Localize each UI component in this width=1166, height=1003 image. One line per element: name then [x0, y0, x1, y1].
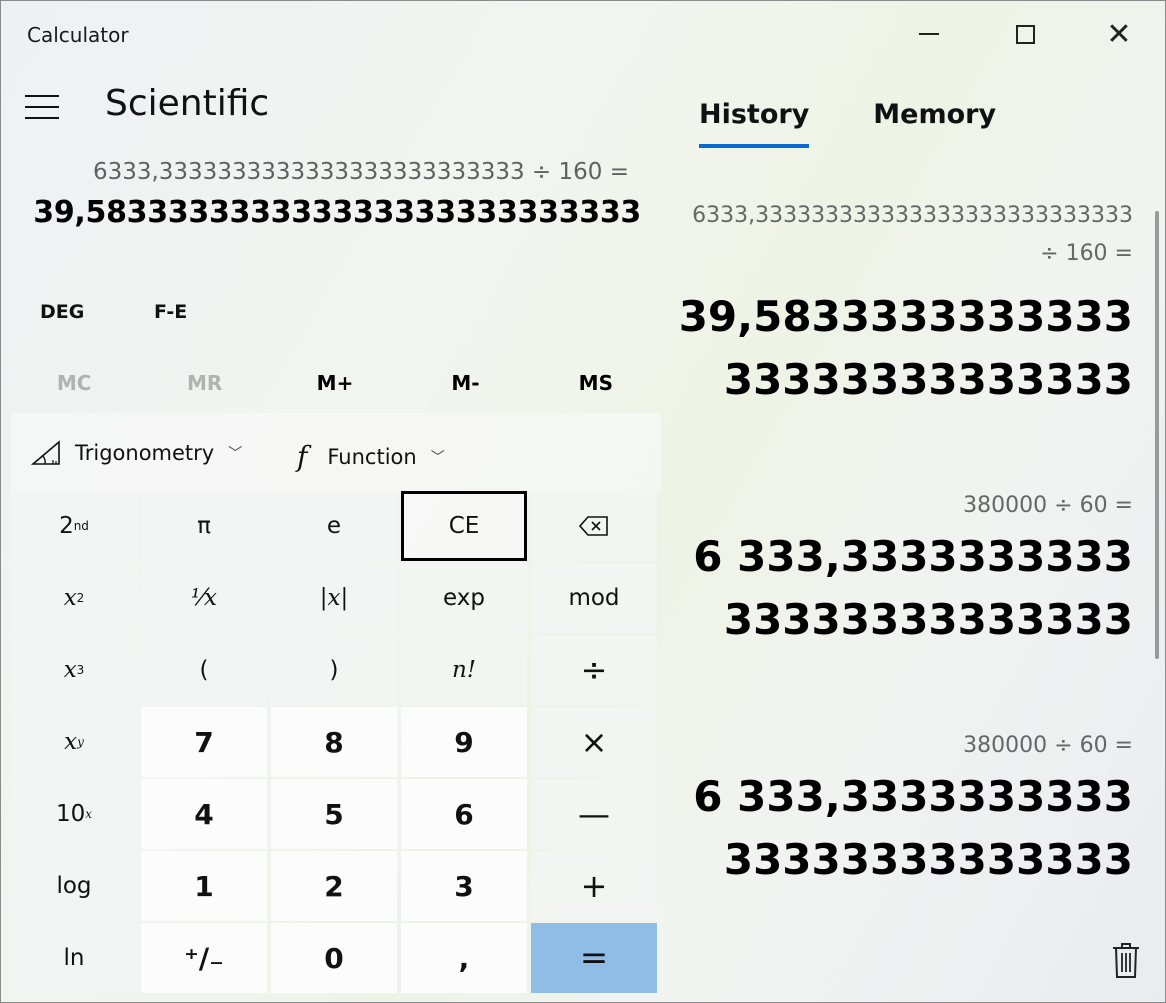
mode-title: Scientific: [105, 83, 270, 124]
expression-display: 6333,3333333333333333333333333 ÷ 160 =: [92, 159, 629, 185]
memory-add-button[interactable]: M+: [270, 365, 400, 401]
function-label: Function: [327, 444, 417, 469]
clear-entry-button[interactable]: CE: [401, 491, 527, 561]
history-scrollbar[interactable]: [1155, 211, 1159, 659]
history-item[interactable]: 380000 ÷ 60 = 6 333,33333333333333333333…: [671, 727, 1133, 891]
trash-icon: [1113, 943, 1139, 978]
euler-button[interactable]: e: [271, 491, 397, 561]
backspace-button[interactable]: [531, 491, 657, 561]
trigonometry-dropdown[interactable]: Trigonometry ﹀: [31, 440, 242, 466]
two-button[interactable]: 2: [271, 851, 397, 921]
five-button[interactable]: 5: [271, 779, 397, 849]
minimize-icon: [919, 33, 939, 35]
zero-button[interactable]: 0: [271, 923, 397, 993]
ten-power-button[interactable]: 10 x: [11, 779, 137, 849]
memory-clear-button[interactable]: MC: [9, 365, 139, 401]
close-icon: ✕: [1106, 16, 1132, 52]
triangle-ruler-icon: [31, 440, 60, 465]
close-button[interactable]: ✕: [1089, 11, 1149, 57]
reciprocal-button[interactable]: ⅟x: [141, 563, 267, 633]
close-paren-button[interactable]: ): [271, 635, 397, 705]
power-button[interactable]: xy: [11, 707, 137, 777]
chevron-down-icon: ﹀: [228, 446, 243, 462]
backspace-icon: [579, 516, 608, 536]
three-button[interactable]: 3: [401, 851, 527, 921]
exp-button[interactable]: exp: [401, 563, 527, 633]
history-item[interactable]: 6333,333333333333333333333333333 ÷ 160 =…: [671, 197, 1133, 411]
maximize-button[interactable]: [995, 11, 1055, 57]
ln-button[interactable]: ln: [11, 923, 137, 993]
mod-button[interactable]: mod: [531, 563, 657, 633]
hamburger-icon: [25, 95, 59, 97]
seven-button[interactable]: 7: [141, 707, 267, 777]
cube-button[interactable]: x3: [11, 635, 137, 705]
negate-button[interactable]: ⁺∕₋: [141, 923, 267, 993]
history-expression: 6333,333333333333333333333333333 ÷ 160 =: [692, 203, 1133, 266]
result-display: 39,583333333333333333333333333: [33, 195, 641, 230]
second-button[interactable]: 2nd: [11, 491, 137, 561]
clear-history-button[interactable]: [1108, 939, 1144, 983]
six-button[interactable]: 6: [401, 779, 527, 849]
memory-recall-button[interactable]: MR: [139, 365, 269, 401]
log-button[interactable]: log: [11, 851, 137, 921]
minimize-button[interactable]: [899, 11, 959, 57]
memory-subtract-button[interactable]: M-: [400, 365, 530, 401]
square-button[interactable]: x2: [11, 563, 137, 633]
eight-button[interactable]: 8: [271, 707, 397, 777]
app-title: Calculator: [27, 23, 129, 47]
factorial-button[interactable]: n!: [401, 635, 527, 705]
navigation-menu-button[interactable]: [25, 95, 59, 119]
trigonometry-label: Trigonometry: [75, 441, 215, 465]
tab-memory[interactable]: Memory: [873, 99, 996, 148]
chevron-down-icon: ﹀: [430, 449, 445, 466]
pi-button[interactable]: π: [141, 491, 267, 561]
absolute-value-button[interactable]: |x|: [271, 563, 397, 633]
one-button[interactable]: 1: [141, 851, 267, 921]
multiply-button[interactable]: ×: [531, 707, 657, 777]
maximize-icon: [1015, 24, 1035, 44]
history-result: 39,583333333333333333333333333: [678, 292, 1133, 404]
history-expression: 380000 ÷ 60 =: [963, 493, 1133, 518]
minus-button[interactable]: —: [531, 779, 657, 849]
angle-mode-button[interactable]: DEG: [40, 301, 84, 323]
memory-store-button[interactable]: MS: [531, 365, 661, 401]
fe-button[interactable]: F-E: [154, 301, 187, 323]
decimal-button[interactable]: ,: [401, 923, 527, 993]
function-bar: Trigonometry ﹀ f Function ﹀: [11, 413, 661, 491]
divide-button[interactable]: ÷: [531, 635, 657, 705]
memory-row: MC MR M+ M- MS: [9, 365, 661, 401]
function-icon: f: [297, 440, 308, 473]
nine-button[interactable]: 9: [401, 707, 527, 777]
history-expression: 380000 ÷ 60 =: [963, 733, 1133, 758]
keypad: 2nd π e CE x2 ⅟x |x| exp mod x3 ( ) n! ÷…: [11, 491, 661, 993]
history-item[interactable]: 380000 ÷ 60 = 6 333,33333333333333333333…: [671, 487, 1133, 651]
title-bar: Calculator ✕: [1, 1, 1166, 69]
history-result: 6 333,333333333333333333333333: [693, 532, 1133, 644]
side-panel-tabs: History Memory: [699, 99, 996, 148]
tab-history[interactable]: History: [699, 99, 810, 148]
history-list: 6333,333333333333333333333333333 ÷ 160 =…: [671, 197, 1133, 891]
equals-button[interactable]: =: [531, 923, 657, 993]
function-dropdown[interactable]: f Function ﹀: [297, 440, 445, 473]
open-paren-button[interactable]: (: [141, 635, 267, 705]
plus-button[interactable]: +: [531, 851, 657, 921]
four-button[interactable]: 4: [141, 779, 267, 849]
history-result: 6 333,333333333333333333333333: [693, 772, 1133, 884]
